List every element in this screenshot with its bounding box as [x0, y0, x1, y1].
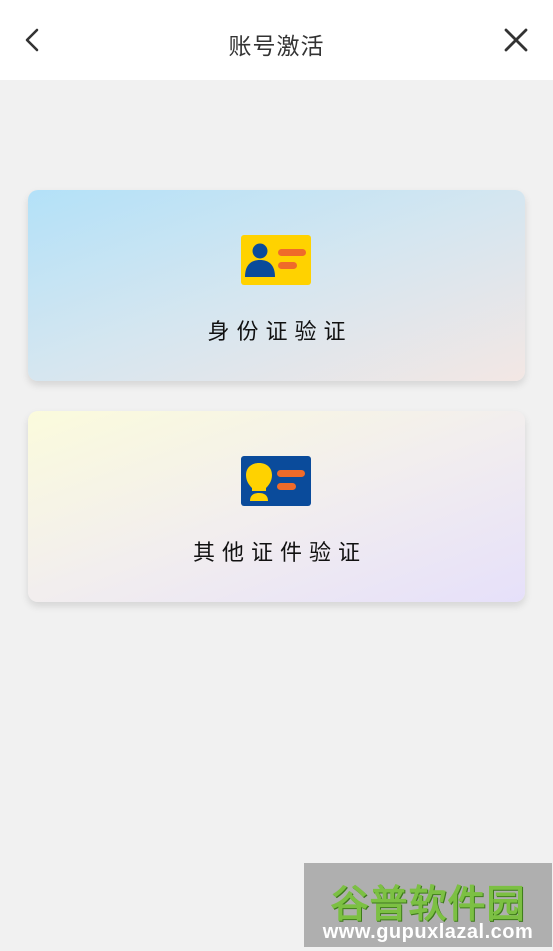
close-icon — [504, 28, 528, 52]
id-card-verification-option[interactable]: 身份证验证 — [28, 190, 525, 381]
watermark-title: 谷普软件园 — [330, 884, 526, 926]
close-button[interactable] — [498, 22, 534, 58]
id-card-icon — [240, 234, 312, 286]
page-title: 账号激活 — [228, 33, 325, 59]
other-document-verification-label: 其他证件验证 — [192, 540, 367, 565]
document-card-icon — [240, 455, 312, 507]
top-bar: 账号激活 — [0, 0, 553, 80]
watermark-url: www.gupuxlazal.com — [322, 921, 534, 943]
other-document-verification-option[interactable]: 其他证件验证 — [28, 411, 525, 602]
id-card-verification-label: 身份证验证 — [207, 319, 353, 344]
watermark: 谷普软件园 www.gupuxlazal.com — [304, 863, 552, 947]
